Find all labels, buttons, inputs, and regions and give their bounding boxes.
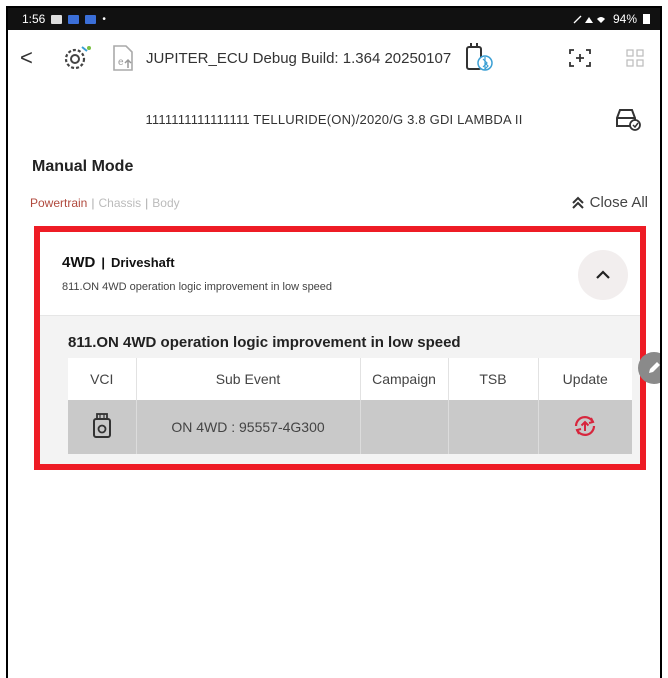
- table-header-row: VCI Sub Event Campaign TSB Update: [68, 358, 632, 400]
- card-system: Driveshaft: [110, 255, 175, 270]
- card-title: 4WD: [62, 254, 96, 271]
- vci-cell: [68, 400, 137, 454]
- card-separator: |: [101, 255, 105, 270]
- edit-icon: [649, 362, 660, 373]
- svg-text:e: e: [118, 57, 124, 68]
- col-campaign: Campaign: [360, 358, 449, 400]
- col-update: Update: [538, 358, 632, 400]
- tab-chassis[interactable]: Chassis: [98, 196, 141, 210]
- update-icon[interactable]: [571, 413, 599, 439]
- export-icon[interactable]: e: [110, 44, 136, 72]
- card-header[interactable]: 4WD | Driveshaft 811.ON 4WD operation lo…: [40, 232, 640, 316]
- signal-wifi-icon: [573, 15, 605, 24]
- card-subtitle: 811.ON 4WD operation logic improvement i…: [62, 281, 333, 293]
- battery-icon: [643, 14, 650, 24]
- close-all-button[interactable]: Close All: [571, 194, 648, 211]
- edit-button[interactable]: [638, 352, 660, 384]
- event-title: 811.ON 4WD operation logic improvement i…: [68, 334, 461, 351]
- back-button[interactable]: <: [20, 45, 46, 71]
- vci-device-icon: [92, 412, 111, 438]
- status-bar: 1:56 • 94%: [8, 8, 660, 30]
- app-notification-icon: [68, 14, 80, 24]
- vehicle-info-bar: 1111111111111111 TELLURIDE(ON)/2020/G 3.…: [8, 86, 660, 152]
- col-sub-event: Sub Event: [136, 358, 361, 400]
- table-row[interactable]: ON 4WD : 95557-4G300: [68, 400, 632, 454]
- page-title: Manual Mode: [32, 158, 134, 175]
- screenshot-icon[interactable]: [568, 48, 592, 68]
- campaign-cell: [360, 400, 449, 454]
- tab-separator: |: [145, 196, 149, 210]
- event-card: 4WD | Driveshaft 811.ON 4WD operation lo…: [34, 226, 646, 470]
- event-table: VCI Sub Event Campaign TSB Update ON 4WD…: [68, 358, 632, 454]
- header-title: JUPITER_ECU Debug Build: 1.364 20250107: [146, 49, 452, 67]
- gallery-notification-icon: [51, 14, 63, 24]
- update-cell: [538, 400, 632, 454]
- vehicle-info: 1111111111111111 TELLURIDE(ON)/2020/G 3.…: [145, 111, 523, 127]
- collapse-button[interactable]: [578, 250, 628, 300]
- app-header: < e JUPITER_ECU Debug Build: 1.364 20250…: [8, 30, 660, 86]
- tab-separator: |: [91, 196, 95, 210]
- app-notification-icon-2: [85, 14, 97, 24]
- tab-powertrain[interactable]: Powertrain: [30, 196, 87, 210]
- sub-event-cell: ON 4WD : 95557-4G300: [136, 400, 361, 454]
- status-time: 1:56: [22, 12, 46, 26]
- dot-icon: •: [102, 13, 106, 25]
- settings-icon[interactable]: [60, 43, 94, 73]
- double-chevron-up-icon: [571, 196, 584, 209]
- bluetooth-vci-icon[interactable]: [463, 43, 495, 73]
- grid-icon[interactable]: [626, 49, 644, 67]
- close-all-label: Close All: [589, 194, 648, 211]
- col-vci: VCI: [68, 358, 137, 400]
- col-tsb: TSB: [448, 358, 539, 400]
- tsb-cell: [448, 400, 539, 454]
- vehicle-status-icon[interactable]: [614, 106, 642, 135]
- battery-level: 94%: [612, 12, 637, 26]
- category-tabs: Powertrain | Chassis | Body: [30, 196, 180, 210]
- screen: 1:56 • 94% < e JUPITER_ECU Debug Build: …: [6, 6, 662, 678]
- tab-body[interactable]: Body: [152, 196, 179, 210]
- chevron-up-icon: [596, 270, 610, 279]
- card-body: 811.ON 4WD operation logic improvement i…: [40, 316, 640, 464]
